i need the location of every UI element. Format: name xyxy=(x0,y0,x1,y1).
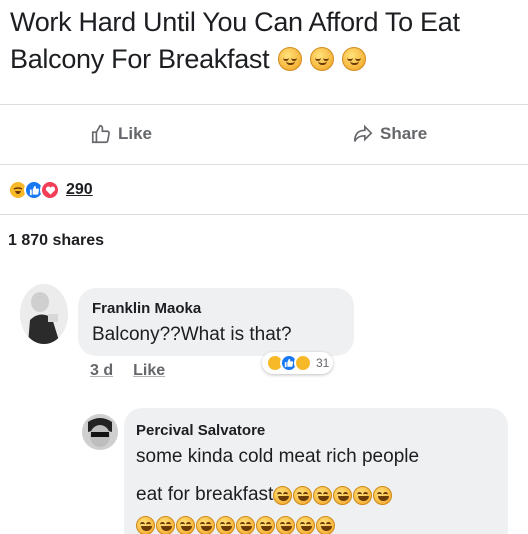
share-button[interactable]: Share xyxy=(352,120,427,148)
thumbs-up-icon xyxy=(91,124,110,144)
post-body: Work Hard Until You Can Afford To Eat Ba… xyxy=(10,7,460,74)
commenter-name[interactable]: Franklin Maoka xyxy=(92,300,201,317)
relieved-face-icon xyxy=(277,47,302,71)
tears-of-joy-icon xyxy=(296,516,315,534)
comment-like-button[interactable]: Like xyxy=(133,362,165,380)
tears-of-joy-icon xyxy=(333,485,353,505)
comment-text-line-1: some kinda cold meat rich people xyxy=(136,446,420,467)
love-icon xyxy=(40,180,60,200)
divider xyxy=(0,214,528,215)
tears-of-joy-icon xyxy=(196,516,215,534)
comment-actions: 3 d Like xyxy=(90,362,165,380)
tears-of-joy-icon xyxy=(293,485,313,505)
emoji-row xyxy=(273,485,393,505)
tears-of-joy-icon xyxy=(256,516,275,534)
wow-icon xyxy=(294,354,312,372)
comment-bubble: Franklin Maoka Balcony??What is that? xyxy=(78,288,354,356)
comment-bubble: Percival Salvatore some kinda cold meat … xyxy=(124,408,508,534)
tears-of-joy-icon xyxy=(273,485,293,505)
post-text: Work Hard Until You Can Afford To Eat Ba… xyxy=(10,4,522,78)
reactions-summary[interactable]: 290 xyxy=(8,180,93,200)
comment-text: eat for breakfast xyxy=(136,484,274,505)
tears-of-joy-icon xyxy=(176,516,195,534)
comment-reaction-count: 31 xyxy=(316,356,330,370)
commenter-name[interactable]: Percival Salvatore xyxy=(136,422,265,439)
avatar[interactable] xyxy=(82,414,118,450)
emoji-row xyxy=(136,516,335,534)
divider xyxy=(0,104,528,105)
divider xyxy=(0,164,528,165)
tears-of-joy-icon xyxy=(313,485,333,505)
relieved-face-icon xyxy=(309,47,334,71)
tears-of-joy-icon xyxy=(136,516,155,534)
tears-of-joy-icon xyxy=(236,516,255,534)
comment-text-line-2: eat for breakfast xyxy=(136,480,393,510)
comment-text: Balcony??What is that? xyxy=(92,324,292,345)
comment-timestamp[interactable]: 3 d xyxy=(90,362,113,380)
tears-of-joy-icon xyxy=(276,516,295,534)
like-button[interactable]: Like xyxy=(90,120,152,148)
tears-of-joy-icon xyxy=(316,516,335,534)
like-label: Like xyxy=(118,124,153,143)
share-label: Share xyxy=(380,124,428,143)
relieved-face-icon xyxy=(341,47,366,71)
tears-of-joy-icon xyxy=(156,516,175,534)
tears-of-joy-icon xyxy=(373,485,393,505)
comment-reactions[interactable]: 31 xyxy=(262,352,334,374)
avatar[interactable] xyxy=(20,284,68,344)
tears-of-joy-icon xyxy=(353,485,373,505)
reaction-count[interactable]: 290 xyxy=(66,181,93,199)
share-arrow-icon xyxy=(353,124,373,142)
shares-count[interactable]: 1 870 shares xyxy=(8,232,104,250)
tears-of-joy-icon xyxy=(216,516,235,534)
